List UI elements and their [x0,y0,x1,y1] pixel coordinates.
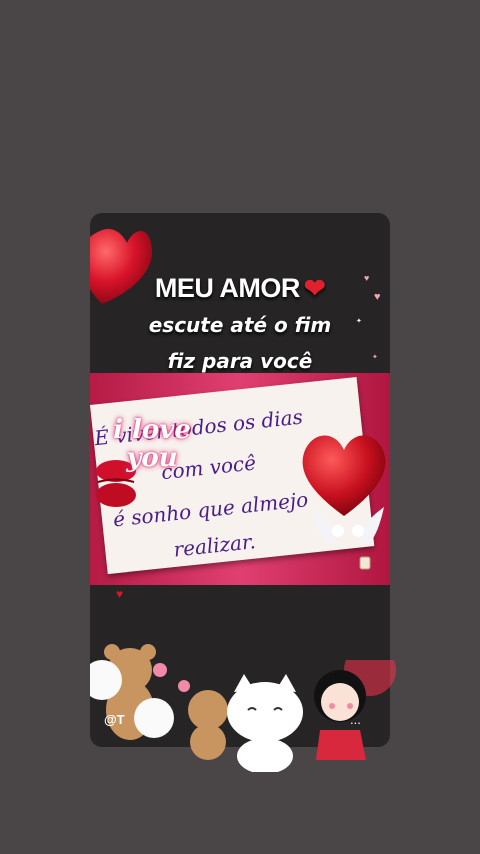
watermark-ellipsis: ... [350,712,361,727]
white-doves-icon [312,507,384,545]
subtitle-line-1: escute até o fim [148,313,332,337]
pendant-icon [359,556,371,570]
sticker-line-1: i love [113,415,191,445]
red-heart-icon: ❤ [303,273,326,303]
title-text: MEU AMOR [154,273,301,303]
subtitle-line-2: fiz para você [167,349,313,373]
sparkle-icon: ✦ [372,354,378,361]
video-title: MEU AMOR ❤ [90,273,390,304]
mini-heart-icon: ♥ [116,587,124,601]
white-cat-sticker [227,674,303,772]
sticker-line-2: you [126,443,178,473]
i-love-you-sticker: i love you [102,416,202,486]
mini-heart-icon: ♥ [374,291,381,303]
creator-watermark: @T [104,712,125,727]
mini-heart-icon: ♥ [364,273,370,283]
sparkle-icon: ✦ [356,318,362,325]
